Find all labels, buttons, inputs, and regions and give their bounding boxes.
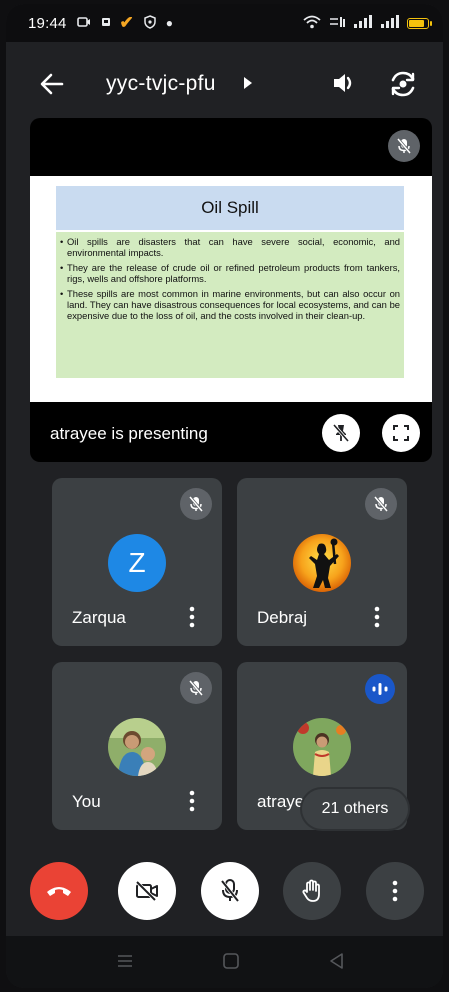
raise-hand-icon — [302, 879, 320, 902]
system-navigation-bar — [6, 936, 443, 988]
screen-record-icon — [76, 16, 91, 31]
slide-bullet: They are the release of crude oil or ref… — [60, 262, 400, 285]
shared-slide: Oil Spill Oil spills are disasters that … — [30, 176, 432, 402]
muted-badge — [365, 488, 397, 520]
audio-level-icon — [372, 683, 388, 695]
wifi-icon — [303, 15, 321, 32]
signal-icon-2 — [380, 14, 400, 32]
battery-icon — [407, 17, 432, 29]
presenter-muted-badge — [388, 130, 420, 162]
speaker-icon[interactable] — [330, 69, 358, 97]
end-call-button[interactable] — [30, 862, 88, 920]
status-right — [303, 14, 432, 32]
slide-bullet: Oil spills are disasters that can have s… — [60, 236, 400, 259]
participant-name: You — [72, 792, 101, 811]
status-time: 19:44 — [28, 14, 67, 32]
mic-off-icon — [188, 496, 204, 512]
more-options-icon[interactable] — [188, 790, 196, 812]
slide-body: Oil spills are disasters that can have s… — [56, 232, 404, 378]
participant-tile[interactable]: Debraj — [237, 478, 407, 646]
muted-badge — [180, 488, 212, 520]
fullscreen-icon — [393, 425, 409, 441]
more-actions-button[interactable] — [366, 862, 424, 920]
participant-tile[interactable]: Z Zarqua — [52, 478, 222, 646]
slide-title: Oil Spill — [56, 186, 404, 230]
participant-tile[interactable]: You — [52, 662, 222, 830]
muted-badge — [180, 672, 212, 704]
unpin-icon — [332, 423, 350, 443]
sim-icon — [101, 16, 111, 31]
shield-icon — [144, 14, 156, 32]
avatar: Z — [108, 534, 166, 592]
mic-off-icon — [373, 496, 389, 512]
meeting-app-bar: yyc-tvjc-pfu — [6, 56, 443, 112]
signal-icon-1 — [353, 14, 373, 32]
slide-bullet: These spills are most common in marine e… — [60, 288, 400, 322]
meeting-details-caret-icon[interactable] — [244, 77, 252, 89]
others-participants-chip[interactable]: 21 others — [302, 789, 408, 829]
presentation-tile[interactable]: Oil Spill Oil spills are disasters that … — [30, 118, 432, 462]
mic-off-icon — [396, 138, 412, 154]
participant-name: atraye — [257, 792, 305, 811]
phone-screen: 19:44 ✔ ● yyc-tvjc-pfu Oil Spill • Oil s… — [6, 4, 443, 988]
notification-dot-icon: ● — [165, 16, 174, 30]
home-icon[interactable] — [222, 952, 240, 970]
avatar-image — [108, 718, 166, 776]
more-options-icon[interactable] — [373, 606, 381, 628]
volte-icon — [328, 15, 346, 32]
check-icon: ✔ — [119, 13, 134, 32]
microphone-off-button[interactable] — [201, 862, 259, 920]
speaking-indicator — [365, 674, 395, 704]
presenting-label: atrayee is presenting — [50, 424, 208, 443]
status-bar: 19:44 ✔ ● — [6, 4, 443, 42]
participant-name: Debraj — [257, 608, 308, 627]
avatar-image — [293, 534, 351, 592]
raise-hand-button[interactable] — [283, 862, 341, 920]
unpin-button[interactable] — [322, 414, 360, 452]
mic-off-icon — [188, 680, 204, 696]
more-vertical-icon — [392, 880, 398, 902]
camera-off-button[interactable] — [118, 862, 176, 920]
more-options-icon[interactable] — [188, 606, 196, 628]
recent-apps-icon[interactable] — [116, 952, 134, 970]
fullscreen-button[interactable] — [382, 414, 420, 452]
switch-camera-icon[interactable] — [388, 69, 418, 99]
back-triangle-icon[interactable] — [328, 952, 346, 970]
end-call-icon — [47, 887, 71, 896]
mic-off-icon — [220, 879, 240, 903]
avatar-image — [293, 718, 351, 776]
camera-off-icon — [135, 880, 158, 902]
back-arrow-icon[interactable] — [38, 70, 66, 98]
participant-name: Zarqua — [72, 608, 126, 627]
meeting-code-title[interactable]: yyc-tvjc-pfu — [106, 72, 216, 96]
